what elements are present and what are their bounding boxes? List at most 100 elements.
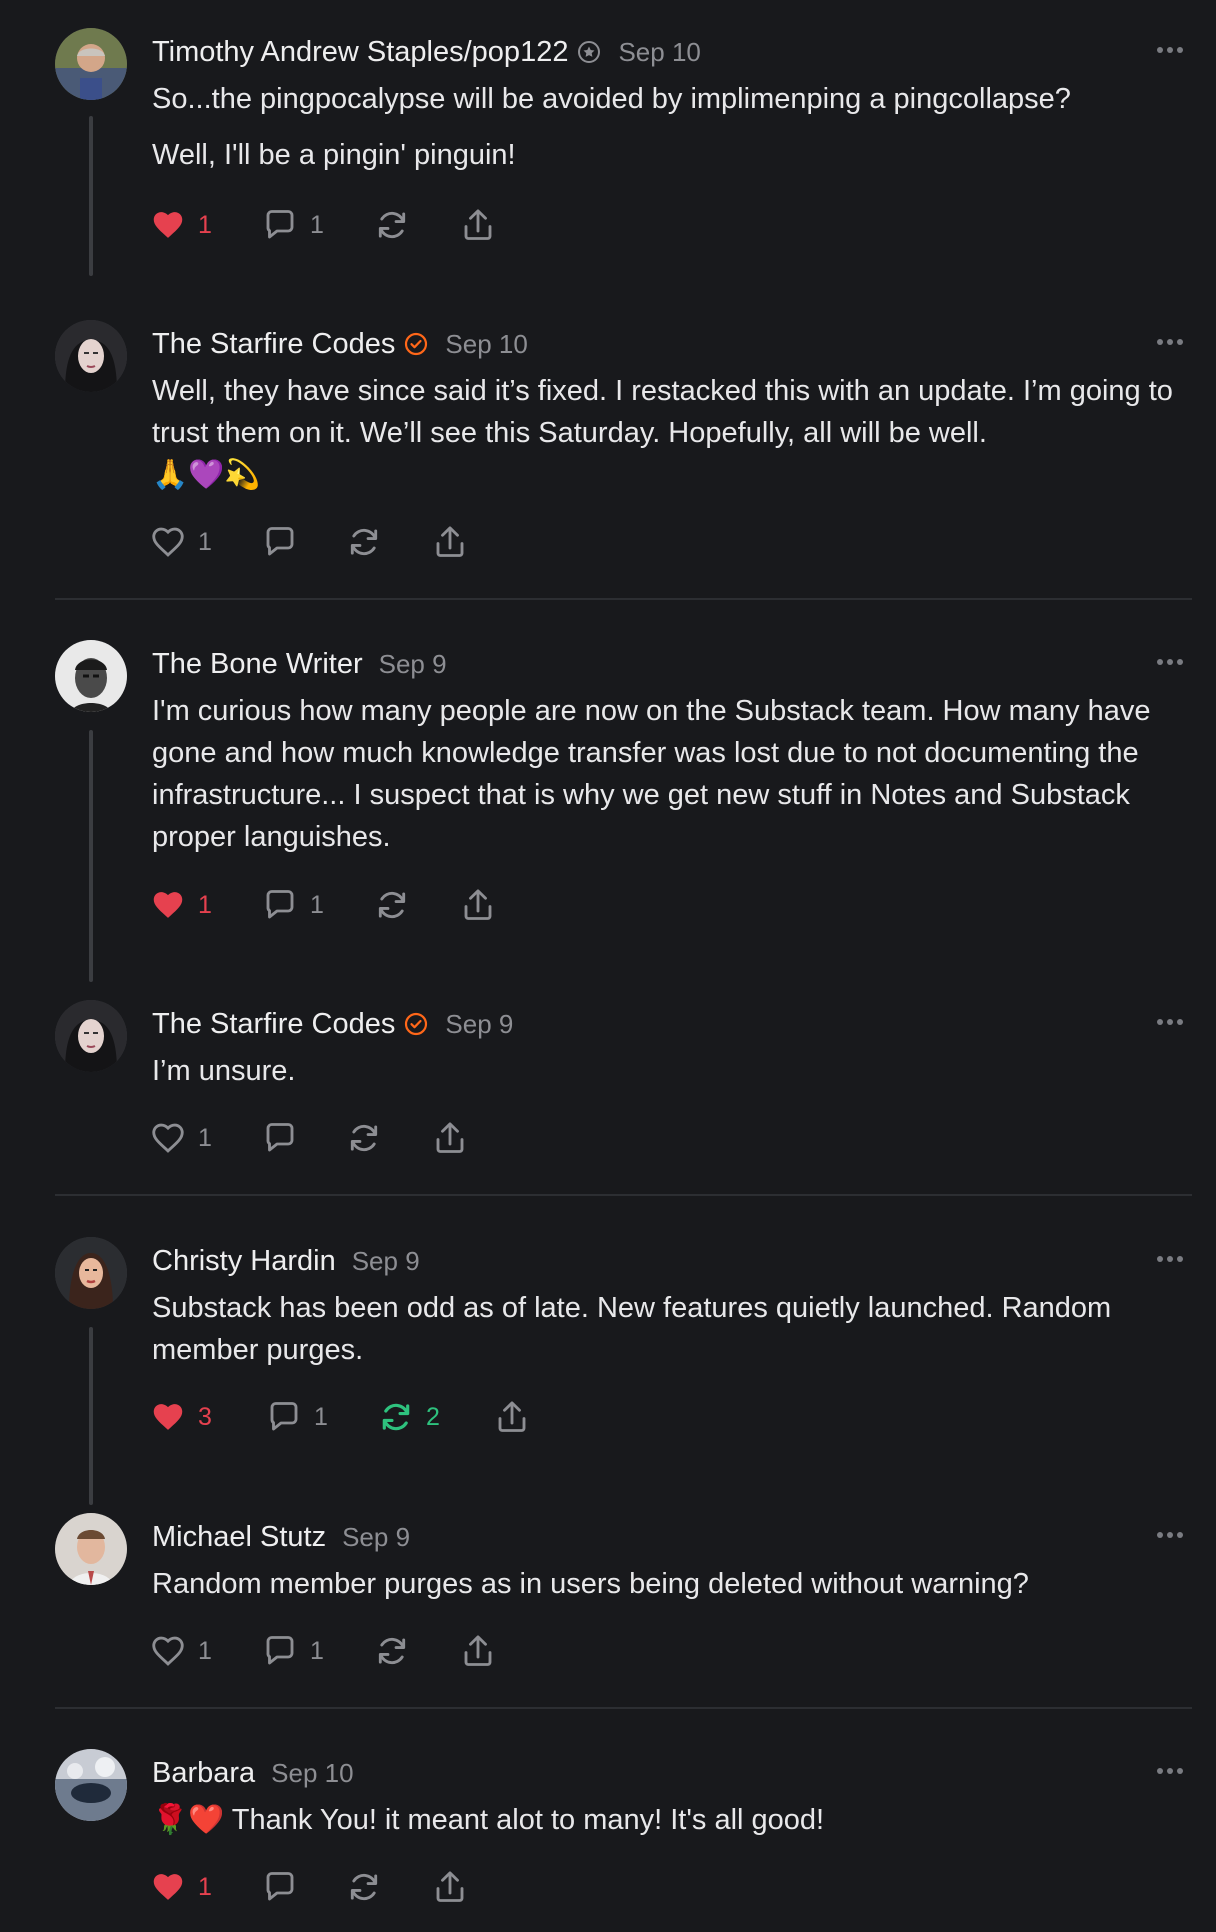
comment-date[interactable]: Sep 9 — [379, 649, 447, 680]
comment-body: Well, they have since said it’s fixed. I… — [152, 370, 1192, 496]
comment-icon — [262, 1869, 298, 1905]
avatar[interactable] — [55, 1749, 127, 1821]
like-count: 1 — [198, 890, 212, 919]
author-name[interactable]: Timothy Andrew Staples/pop122 — [152, 36, 568, 69]
share-icon — [460, 207, 496, 243]
heart-icon — [150, 1633, 186, 1669]
reply-button[interactable] — [262, 1867, 346, 1907]
reply-button[interactable] — [262, 522, 346, 562]
comment-icon — [262, 887, 298, 923]
comment-text: Substack has been odd as of late. New fe… — [152, 1292, 1112, 1366]
more-options-button[interactable] — [1154, 1243, 1186, 1275]
heart-icon — [150, 1120, 186, 1156]
comment-body: I'm curious how many people are now on t… — [152, 690, 1192, 858]
comment-header: The Starfire Codes Sep 9 — [152, 1004, 513, 1044]
comment-date[interactable]: Sep 10 — [445, 329, 527, 360]
share-icon — [432, 1869, 468, 1905]
like-button[interactable]: 1 — [150, 205, 262, 245]
comment-actions: 1 1 — [150, 205, 496, 245]
verified-badge-icon — [403, 1011, 429, 1037]
author-name[interactable]: The Bone Writer — [152, 648, 363, 681]
more-options-button[interactable] — [1154, 326, 1186, 358]
like-button[interactable]: 1 — [150, 1118, 262, 1158]
author-name[interactable]: The Starfire Codes — [152, 1008, 395, 1041]
share-button[interactable] — [494, 1397, 530, 1437]
comment-body: So...the pingpocalypse will be avoided b… — [152, 78, 1192, 176]
reply-count: 1 — [314, 1402, 328, 1431]
more-options-button[interactable] — [1154, 1006, 1186, 1038]
comment-body: 🌹❤️ Thank You! it meant alot to many! It… — [152, 1799, 1192, 1841]
avatar[interactable] — [55, 1237, 127, 1309]
avatar[interactable] — [55, 1513, 127, 1585]
restack-button[interactable] — [374, 205, 460, 245]
thread-line — [89, 730, 93, 982]
reply-button[interactable]: 1 — [262, 1631, 374, 1671]
comment-date[interactable]: Sep 9 — [352, 1246, 420, 1277]
like-button[interactable]: 1 — [150, 522, 262, 562]
restack-icon — [346, 1120, 382, 1156]
comment-text: Well, they have since said it’s fixed. I… — [152, 375, 1173, 449]
author-name[interactable]: Michael Stutz — [152, 1521, 326, 1554]
share-button[interactable] — [432, 1867, 468, 1907]
share-button[interactable] — [460, 1631, 496, 1671]
like-count: 3 — [198, 1402, 212, 1431]
comment-icon — [266, 1399, 302, 1435]
author-name[interactable]: Christy Hardin — [152, 1245, 336, 1278]
reply-count: 1 — [310, 210, 324, 239]
comment-header: Christy Hardin Sep 9 — [152, 1241, 420, 1281]
thread-divider — [55, 598, 1192, 600]
comment-text: 🌹❤️ Thank You! it meant alot to many! It… — [152, 1804, 825, 1836]
restack-button[interactable] — [346, 1118, 432, 1158]
like-button[interactable]: 1 — [150, 1867, 262, 1907]
avatar[interactable] — [55, 1000, 127, 1072]
reply-button[interactable]: 1 — [262, 205, 374, 245]
comment-header: Barbara Sep 10 — [152, 1753, 354, 1793]
comment-header: The Bone Writer Sep 9 — [152, 644, 447, 684]
more-options-button[interactable] — [1154, 646, 1186, 678]
thread-line — [89, 1327, 93, 1505]
share-button[interactable] — [432, 1118, 468, 1158]
restack-icon — [374, 207, 410, 243]
reply-button[interactable]: 1 — [266, 1397, 378, 1437]
more-options-button[interactable] — [1154, 1755, 1186, 1787]
thread-line — [89, 116, 93, 276]
thread-divider — [55, 1194, 1192, 1196]
comment-actions: 1 — [150, 1118, 468, 1158]
reply-count: 1 — [310, 890, 324, 919]
comment-icon — [262, 1120, 298, 1156]
comment-date[interactable]: Sep 9 — [445, 1009, 513, 1040]
like-button[interactable]: 1 — [150, 885, 262, 925]
share-button[interactable] — [460, 205, 496, 245]
share-button[interactable] — [432, 522, 468, 562]
reply-button[interactable] — [262, 1118, 346, 1158]
restack-button[interactable] — [346, 1867, 432, 1907]
restack-icon — [346, 1869, 382, 1905]
restack-icon — [378, 1399, 414, 1435]
share-button[interactable] — [460, 885, 496, 925]
restack-icon — [374, 887, 410, 923]
avatar[interactable] — [55, 28, 127, 100]
restack-button[interactable] — [374, 1631, 460, 1671]
more-options-button[interactable] — [1154, 1519, 1186, 1551]
avatar[interactable] — [55, 320, 127, 392]
comment-text: So...the pingpocalypse will be avoided b… — [152, 83, 1071, 115]
thread-divider — [55, 1707, 1192, 1709]
restack-button[interactable] — [374, 885, 460, 925]
comment-date[interactable]: Sep 10 — [618, 37, 700, 68]
restack-button[interactable] — [346, 522, 432, 562]
more-icon — [1157, 339, 1183, 345]
like-button[interactable]: 1 — [150, 1631, 262, 1671]
like-button[interactable]: 3 — [150, 1397, 266, 1437]
comment-actions: 1 1 — [150, 885, 496, 925]
author-name[interactable]: Barbara — [152, 1757, 255, 1790]
comment-text: Well, I'll be a pingin' pinguin! — [152, 139, 516, 171]
heart-icon — [150, 1869, 186, 1905]
author-name[interactable]: The Starfire Codes — [152, 328, 395, 361]
reply-button[interactable]: 1 — [262, 885, 374, 925]
restack-button[interactable]: 2 — [378, 1397, 494, 1437]
more-options-button[interactable] — [1154, 34, 1186, 66]
comment-date[interactable]: Sep 10 — [271, 1758, 353, 1789]
comment-date[interactable]: Sep 9 — [342, 1522, 410, 1553]
avatar[interactable] — [55, 640, 127, 712]
comment-header: Michael Stutz Sep 9 — [152, 1517, 410, 1557]
